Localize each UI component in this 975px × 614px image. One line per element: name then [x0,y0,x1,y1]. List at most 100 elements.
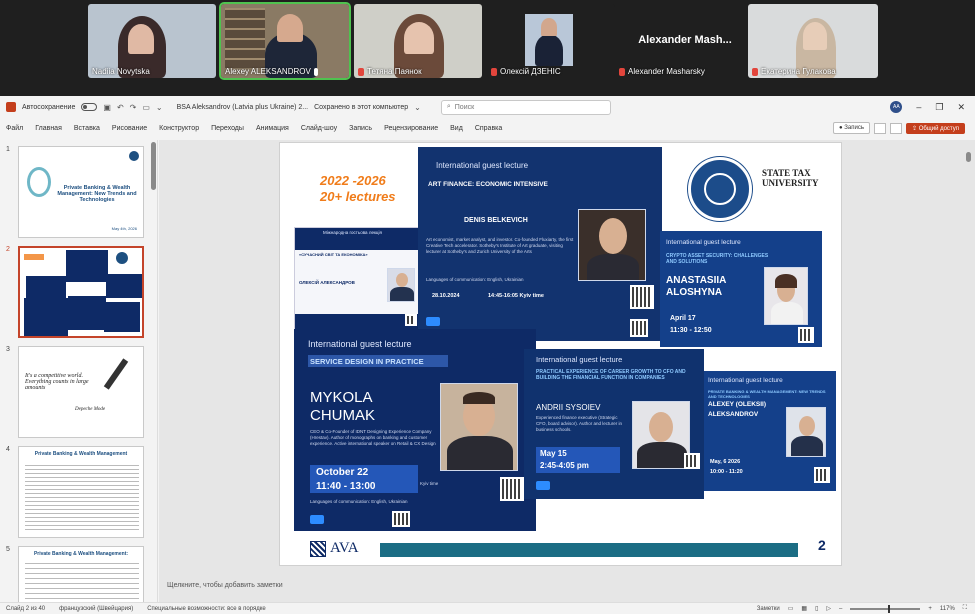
language-status[interactable]: французский (Швейцария) [59,606,133,612]
card-time: 11:40 - 13:00 [316,481,376,492]
card-time: 14:45-16:05 Kyiv time [488,293,544,299]
slideshow-view-icon[interactable]: ▷ [826,605,831,612]
mic-muted-icon [358,67,364,76]
thumbnail-number: 4 [6,446,10,453]
slideshow-icon[interactable]: ▭ [142,103,150,112]
participant-tile-6[interactable]: Екатерина Гулакова [748,4,878,78]
ava-logo: AVA [310,540,376,557]
thumbnail-title: Private Banking & Wealth Management: New… [57,185,137,203]
redo-icon[interactable]: ↷ [130,103,137,112]
close-icon[interactable]: ✕ [957,102,965,113]
zoom-icon [310,515,324,524]
comments-button[interactable] [873,122,886,134]
present-button[interactable] [889,122,902,134]
tab-insert[interactable]: Вставка [74,125,100,132]
tab-review[interactable]: Рецензирование [384,125,438,132]
thumbnail-number: 3 [6,346,10,353]
fit-slide-icon[interactable]: ⛶ [963,605,967,612]
tab-transitions[interactable]: Переходы [211,125,244,132]
participant-tile-1[interactable]: Nadiia Novytska [88,4,216,78]
search-box[interactable]: ⌕ Поиск [440,99,611,115]
card-speaker-first: MYKOLA [310,389,373,406]
thumbnail-title: Private Banking & Wealth Management: [33,551,129,557]
card-header: International guest lecture [536,355,623,364]
lecture-card-ukrainian: Міжнародна гостьова лекція «СУЧАСНИЙ СВІ… [294,227,420,331]
slide-2[interactable]: 2022 -2026 20+ lectures STATE TAX UNIVER… [279,142,842,566]
normal-view-icon[interactable]: ▭ [788,605,794,612]
undo-icon[interactable]: ↶ [117,103,124,112]
thumbnails-scrollbar[interactable] [151,142,156,190]
card-date: October 22 [316,467,369,478]
notes-placeholder: Щелкните, чтобы добавить заметки [167,582,283,589]
zoom-icon [426,317,440,326]
mic-muted-icon [752,67,758,76]
card-title: ART FINANCE: ECONOMIC INTENSIVE [428,181,548,188]
card-header: International guest lecture [666,239,741,246]
participant-tile-4[interactable]: Олексій ДЗЕНІС [487,4,615,78]
accessibility-status[interactable]: Специальные возможности: все в порядке [147,606,266,612]
slide-thumbnail-1[interactable]: Private Banking & Wealth Management: New… [18,146,144,238]
mic-icon [313,67,318,76]
tab-animations[interactable]: Анимация [256,125,289,132]
autosave-label: Автосохранение [22,103,76,111]
tab-file[interactable]: Файл [6,125,23,132]
participant-tile-3[interactable]: Тетяна Паянок [354,4,482,78]
zoom-in-icon[interactable]: + [928,606,932,612]
card-speaker-first: ALEXEY (OLEKSII) [708,401,767,408]
tab-design[interactable]: Конструктор [159,125,199,132]
participant-tile-2[interactable]: Alexey ALEKSANDROV [219,2,351,80]
thumbnail-author: Depeche Mode [75,407,106,412]
card-speaker-last: ALEKSANDROV [708,411,759,418]
card-title: SERVICE DESIGN IN PRACTICE [310,357,424,366]
tab-slideshow[interactable]: Слайд-шоу [301,125,337,132]
card-title: PRIVATE BANKING & WEALTH MANAGEMENT: NEW… [708,389,826,399]
customize-toolbar-icon[interactable]: ⌄ [156,103,163,112]
card-date: April 17 [670,315,696,322]
slide-thumbnails-pane[interactable]: 1 Private Banking & Wealth Management: N… [0,140,158,602]
mic-muted-icon [491,67,497,76]
notes-toggle[interactable]: Заметки [757,606,780,612]
lecture-card-service-design: International guest lecture SERVICE DESI… [294,329,536,531]
slide-thumbnail-3[interactable]: It's a competitive world. Everything cou… [18,346,144,438]
avatar[interactable]: AA [890,101,903,113]
autosave-toggle[interactable] [81,103,98,111]
zoom-out-icon[interactable]: – [839,606,842,612]
participant-tile-5[interactable]: Alexander Mash... Alexander Masharsky [615,4,755,78]
restore-icon[interactable]: ❐ [935,102,943,113]
thumbnail-title: Private Banking & Wealth Management [34,451,128,457]
thumbnail-number: 5 [6,546,10,553]
slide-thumbnail-5[interactable]: Private Banking & Wealth Management: [18,546,144,602]
share-button[interactable]: ⇪ Общий доступ [905,122,965,134]
save-icon[interactable]: ▣ [103,103,111,112]
participant-name: Alexander Masharsky [619,67,705,76]
tab-record[interactable]: Запись [349,125,372,132]
card-speaker: DENIS BELKEVICH [464,217,528,224]
zoom-slider[interactable] [850,604,921,613]
sorter-view-icon[interactable]: ▦ [801,605,807,612]
slide-editor-canvas[interactable]: 2022 -2026 20+ lectures STATE TAX UNIVER… [159,140,975,602]
minimize-icon[interactable]: – [916,102,921,112]
saved-status[interactable]: Сохранено в этот компьютер [314,104,408,111]
participant-name: Alexey ALEKSANDROV [225,67,318,76]
title-bar: Автосохранение ▣ ↶ ↷ ▭ ⌄ BSA Aleksandrov… [0,96,975,118]
tab-help[interactable]: Справка [475,125,502,132]
card-time-note: Kyiv time [420,481,439,486]
thumbnail-quote: It's a competitive world. Everything cou… [25,373,89,391]
record-button[interactable]: ● Запись [833,122,870,134]
zoom-icon [536,481,550,490]
card-title: PRACTICAL EXPERIENCE OF CAREER GROWTH TO… [536,369,686,381]
lecture-card-crypto: International guest lecture CRYPTO ASSET… [660,231,822,347]
slide-thumbnail-2[interactable] [18,246,144,338]
reading-view-icon[interactable]: ▯ [815,605,818,612]
zoom-level[interactable]: 117% [940,606,955,612]
tab-home[interactable]: Главная [35,125,62,132]
participant-name: Екатерина Гулакова [752,67,836,76]
tab-view[interactable]: Вид [450,125,463,132]
document-title: BSA Aleksandrov (Latvia plus Ukraine) 2.… [176,103,309,111]
notes-pane[interactable]: Щелкните, чтобы добавить заметки [159,582,283,589]
vertical-scrollbar[interactable] [966,148,971,548]
chevron-down-icon[interactable]: ⌄ [414,103,421,112]
tab-draw[interactable]: Рисование [112,125,147,132]
participant-name: Nadiia Novytska [92,67,150,76]
slide-thumbnail-4[interactable]: Private Banking & Wealth Management [18,446,144,538]
